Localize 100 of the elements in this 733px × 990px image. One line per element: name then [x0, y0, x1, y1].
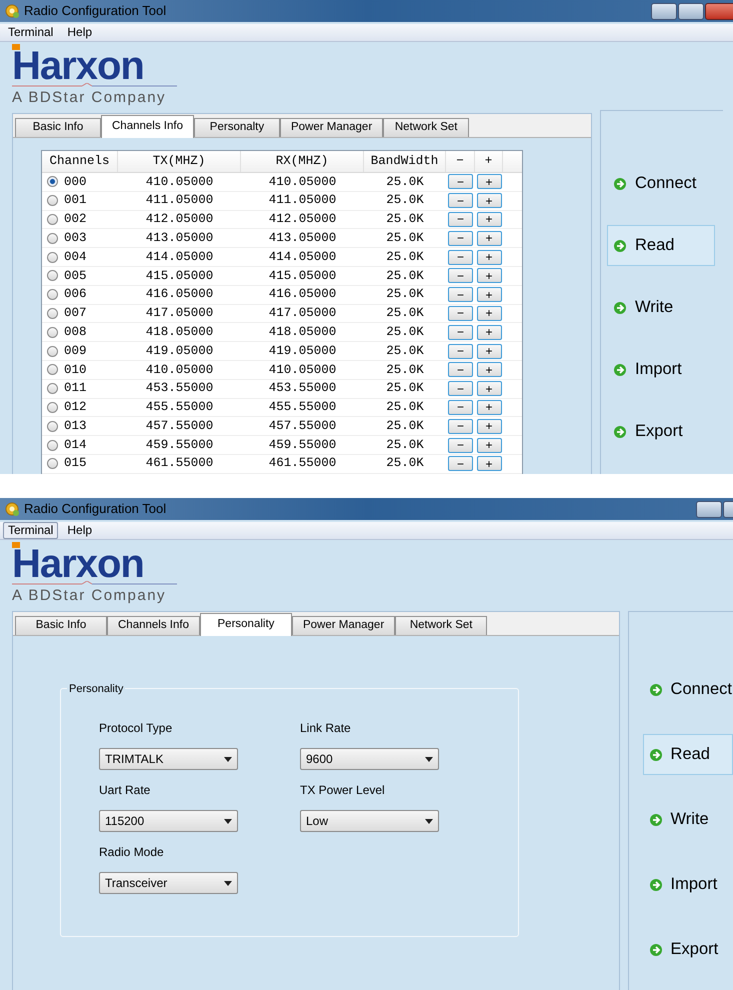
- table-cell-text: 453.55000: [268, 380, 338, 398]
- table-cell-text: 412.05000: [144, 211, 214, 228]
- menu-item[interactable]: Help: [62, 24, 98, 41]
- side-button[interactable]: Write: [642, 799, 733, 840]
- side-button[interactable]: Read: [607, 225, 715, 266]
- tab[interactable]: Channels Info: [101, 115, 194, 138]
- side-button[interactable]: Export: [607, 411, 715, 452]
- tab[interactable]: Basic Info: [15, 118, 101, 137]
- remove-button[interactable]: −: [448, 381, 473, 396]
- dropdown[interactable]: Low: [300, 810, 439, 832]
- add-button[interactable]: +: [476, 212, 502, 227]
- dropdown[interactable]: 9600: [300, 748, 439, 770]
- arrow-icon: [650, 944, 662, 956]
- column-header[interactable]: +: [475, 151, 503, 172]
- tab[interactable]: Basic Info: [15, 616, 107, 635]
- add-button[interactable]: +: [476, 193, 502, 208]
- add-button[interactable]: +: [476, 324, 502, 340]
- table-cell-text: 25.0K: [385, 230, 425, 247]
- tab[interactable]: Channels Info: [107, 616, 200, 635]
- side-button[interactable]: Export: [642, 929, 733, 970]
- add-button[interactable]: +: [476, 268, 502, 284]
- remove-button[interactable]: −: [448, 230, 473, 246]
- add-button[interactable]: +: [476, 344, 502, 359]
- radio-button[interactable]: [47, 214, 58, 225]
- column-header[interactable]: BandWidth: [364, 151, 446, 172]
- dropdown[interactable]: TRIMTALK: [99, 748, 238, 770]
- table-cell-text: 415.05000: [144, 268, 214, 285]
- tab[interactable]: Personalty: [194, 118, 280, 137]
- radio-button[interactable]: [47, 383, 58, 394]
- table-cell-text: 410.05000: [144, 362, 214, 378]
- side-button[interactable]: Connect: [642, 669, 733, 710]
- radio-button[interactable]: [47, 195, 58, 206]
- remove-button[interactable]: −: [448, 418, 473, 434]
- maximize-button[interactable]: [678, 2, 704, 20]
- add-button[interactable]: +: [476, 362, 502, 378]
- remove-button[interactable]: −: [448, 287, 473, 302]
- tab[interactable]: Network Set: [383, 118, 470, 137]
- side-button[interactable]: Import: [642, 864, 733, 905]
- remove-button[interactable]: −: [448, 362, 473, 378]
- add-button[interactable]: +: [476, 418, 502, 434]
- menu-item[interactable]: Terminal: [3, 24, 58, 41]
- column-header[interactable]: TX(MHZ): [118, 151, 241, 172]
- table-cell-text: 009: [64, 342, 87, 360]
- radio-button[interactable]: [47, 289, 58, 300]
- column-header[interactable]: Channels: [42, 151, 118, 172]
- tab[interactable]: Network Set: [395, 616, 488, 635]
- column-header[interactable]: −: [446, 151, 475, 172]
- remove-button[interactable]: −: [448, 250, 473, 265]
- add-button[interactable]: +: [476, 306, 502, 321]
- add-button[interactable]: +: [476, 287, 502, 302]
- radio-button[interactable]: [47, 364, 58, 376]
- logo-underline-icon: [12, 83, 177, 89]
- dropdown-value: Low: [306, 813, 328, 830]
- field-label: Uart Rate: [99, 783, 152, 797]
- side-button[interactable]: Connect: [607, 163, 715, 204]
- table-cell-text: 419.05000: [144, 342, 214, 360]
- caret-icon: [425, 818, 433, 824]
- remove-button[interactable]: −: [448, 193, 473, 208]
- remove-button[interactable]: −: [448, 268, 473, 284]
- remove-button[interactable]: −: [448, 456, 473, 472]
- table-cell-text: 011: [64, 380, 87, 398]
- tab[interactable]: Power Manager: [292, 616, 396, 635]
- radio-button[interactable]: [47, 346, 58, 357]
- dropdown[interactable]: Transceiver: [99, 872, 238, 894]
- side-button[interactable]: Read: [642, 734, 733, 775]
- radio-button[interactable]: [47, 308, 58, 319]
- minimize-button[interactable]: [651, 2, 677, 20]
- radio-button[interactable]: [47, 326, 58, 338]
- tab[interactable]: Power Manager: [280, 118, 384, 137]
- remove-button[interactable]: −: [448, 324, 473, 340]
- side-button[interactable]: Write: [607, 287, 715, 328]
- add-button[interactable]: +: [476, 456, 502, 472]
- minimize-button[interactable]: [696, 500, 722, 518]
- radio-button[interactable]: [47, 270, 58, 282]
- remove-button[interactable]: −: [448, 344, 473, 359]
- remove-button[interactable]: −: [448, 306, 473, 321]
- side-button[interactable]: Import: [607, 349, 715, 390]
- remove-button[interactable]: −: [448, 438, 473, 453]
- remove-button[interactable]: −: [448, 400, 473, 415]
- add-button[interactable]: +: [476, 174, 502, 190]
- menu-item[interactable]: Help: [62, 522, 98, 539]
- add-button[interactable]: +: [476, 438, 502, 453]
- remove-button[interactable]: −: [448, 174, 473, 190]
- radio-button[interactable]: [47, 420, 58, 432]
- radio-button[interactable]: [47, 176, 58, 188]
- add-button[interactable]: +: [476, 400, 502, 415]
- dropdown[interactable]: 115200: [99, 810, 238, 832]
- radio-button[interactable]: [47, 458, 58, 470]
- radio-button[interactable]: [47, 252, 58, 263]
- radio-button[interactable]: [47, 402, 58, 413]
- add-button[interactable]: +: [476, 381, 502, 396]
- radio-button[interactable]: [47, 440, 58, 451]
- add-button[interactable]: +: [476, 230, 502, 246]
- add-button[interactable]: +: [476, 250, 502, 265]
- remove-button[interactable]: −: [448, 212, 473, 227]
- menu-item[interactable]: Terminal: [3, 522, 58, 539]
- radio-button[interactable]: [47, 232, 58, 244]
- tab[interactable]: Personality: [200, 613, 292, 636]
- column-header[interactable]: RX(MHZ): [241, 151, 364, 172]
- table-cell-text: 25.0K: [385, 211, 425, 228]
